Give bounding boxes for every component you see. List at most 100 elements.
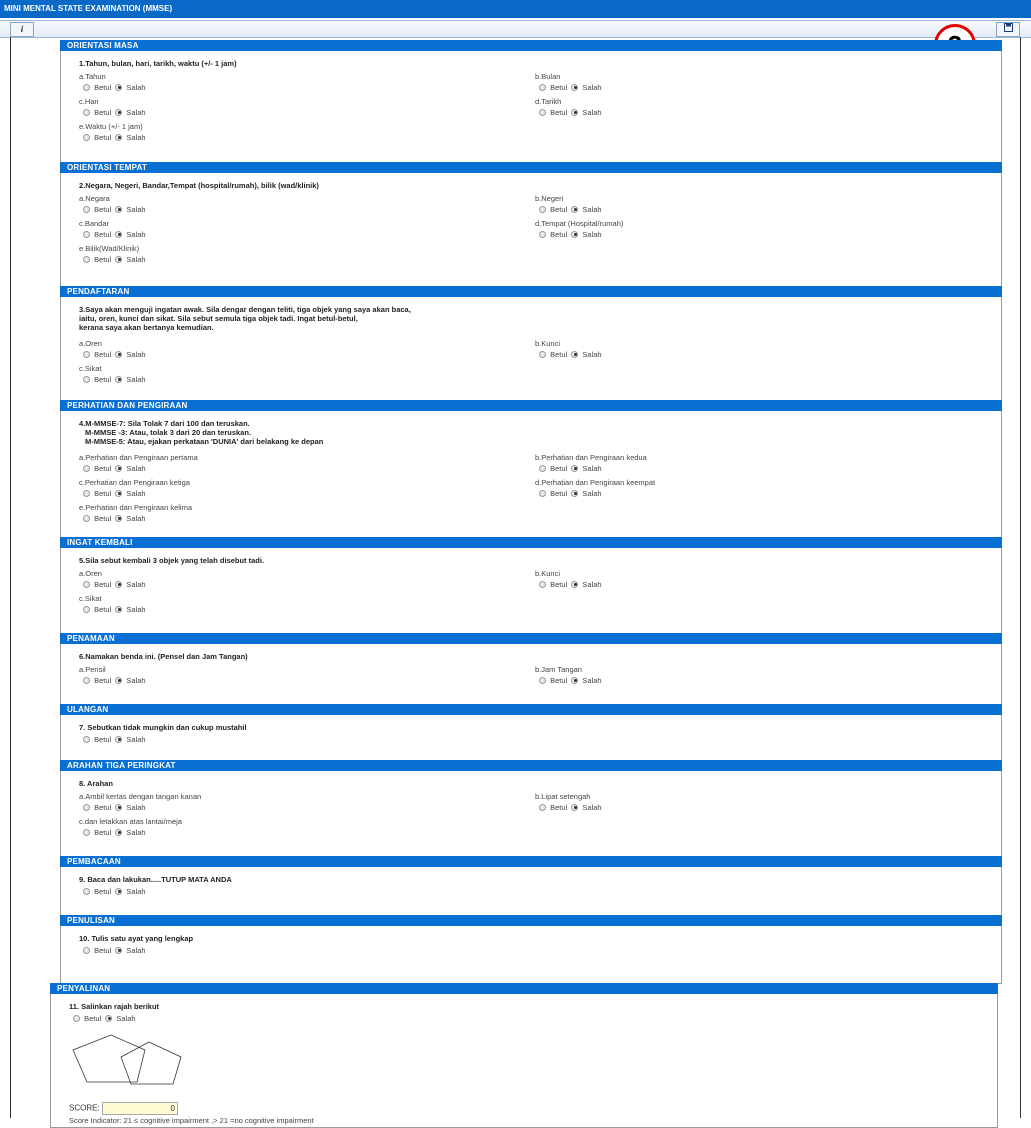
radio-salah[interactable] (571, 205, 579, 213)
radio-betul[interactable] (83, 255, 90, 263)
item-label: a.Oren (79, 569, 102, 578)
radio-betul[interactable] (83, 605, 90, 613)
item-s1-2: c.Hari Betul Salah (79, 97, 148, 117)
radio-betul[interactable] (83, 375, 90, 383)
radio-salah[interactable] (115, 514, 123, 522)
score-row: SCORE: 0 (69, 1102, 178, 1115)
radio-betul[interactable] (83, 230, 90, 238)
answer-options: Betul Salah (535, 229, 623, 239)
question-text: M-MMSE-5: Atau, ejakan perkataan 'DUNIA'… (85, 437, 324, 446)
radio-betul[interactable] (539, 108, 546, 116)
radio-betul[interactable] (83, 133, 90, 141)
item-s8-1: b.Lipat setengah Betul Salah (535, 792, 604, 812)
radio-salah[interactable] (571, 108, 579, 116)
item-label: d.Tarikh (535, 97, 562, 106)
section-s2: ORIENTASI TEMPAT 2.Negara, Negeri, Bandar… (60, 162, 1002, 292)
question-text: M-MMSE -3: Atau, tolak 3 dari 20 dan ter… (85, 428, 252, 437)
radio-salah[interactable] (105, 1014, 113, 1022)
radio-betul[interactable] (83, 108, 90, 116)
salah-label: Salah (126, 802, 146, 812)
radio-betul[interactable] (83, 735, 90, 743)
radio-betul[interactable] (539, 205, 546, 213)
radio-salah[interactable] (115, 803, 123, 811)
radio-betul[interactable] (83, 350, 90, 358)
radio-salah[interactable] (571, 350, 579, 358)
radio-betul[interactable] (83, 464, 90, 472)
salah-label: Salah (582, 229, 602, 239)
betul-label: Betul (550, 107, 568, 117)
radio-betul[interactable] (539, 676, 546, 684)
radio-salah[interactable] (571, 489, 579, 497)
betul-label: Betul (94, 513, 112, 523)
radio-salah[interactable] (115, 108, 123, 116)
radio-salah[interactable] (571, 676, 579, 684)
radio-betul[interactable] (83, 205, 90, 213)
item-s3-2: c.Sikat Betul Salah (79, 364, 148, 384)
radio-betul[interactable] (83, 887, 90, 895)
radio-betul[interactable] (73, 1014, 80, 1022)
radio-betul[interactable] (83, 489, 90, 497)
radio-betul[interactable] (83, 803, 90, 811)
radio-betul[interactable] (539, 489, 546, 497)
radio-betul[interactable] (83, 580, 90, 588)
salah-label: Salah (582, 579, 602, 589)
section-header: INGAT KEMBALI (60, 537, 1002, 548)
radio-salah[interactable] (115, 83, 123, 91)
section-header: PENYALINAN (50, 983, 998, 994)
radio-betul[interactable] (539, 83, 546, 91)
radio-salah[interactable] (571, 580, 579, 588)
salah-label: Salah (126, 945, 146, 955)
radio-salah[interactable] (115, 489, 123, 497)
betul-label: Betul (94, 254, 112, 264)
save-icon[interactable] (996, 22, 1020, 37)
radio-salah[interactable] (571, 464, 579, 472)
answer-options: Betul Salah (79, 802, 201, 812)
radio-salah[interactable] (115, 350, 123, 358)
radio-betul[interactable] (83, 676, 90, 684)
radio-betul[interactable] (83, 83, 90, 91)
score-field[interactable]: 0 (101, 1102, 178, 1115)
radio-salah[interactable] (115, 735, 123, 743)
radio-salah[interactable] (115, 676, 123, 684)
window-title: MINI MENTAL STATE EXAMINATION (MMSE) (0, 0, 1031, 18)
answer-options: Betul Salah (79, 604, 148, 614)
radio-salah[interactable] (115, 580, 123, 588)
radio-salah[interactable] (571, 230, 579, 238)
radio-salah[interactable] (115, 230, 123, 238)
question-text: 3.Saya akan menguji ingatan awak. Sila d… (79, 305, 411, 314)
radio-betul[interactable] (83, 946, 90, 954)
radio-betul[interactable] (539, 350, 546, 358)
radio-betul[interactable] (539, 803, 546, 811)
radio-salah[interactable] (115, 205, 123, 213)
radio-salah[interactable] (571, 803, 579, 811)
toolbar: i (0, 20, 1031, 38)
betul-label: Betul (94, 374, 112, 384)
item-label: d.Tempat (Hospital/rumah) (535, 219, 624, 228)
radio-salah[interactable] (115, 946, 123, 954)
radio-salah[interactable] (115, 828, 123, 836)
section-body: 10. Tulis satu ayat yang lengkap Betul S… (60, 926, 1002, 984)
item-s5-2: c.Sikat Betul Salah (79, 594, 148, 614)
radio-salah[interactable] (571, 83, 579, 91)
radio-betul[interactable] (539, 580, 546, 588)
answer-options: Betul Salah (79, 827, 182, 837)
answer-options: Betul Salah (535, 82, 604, 92)
radio-salah[interactable] (115, 255, 123, 263)
radio-salah[interactable] (115, 887, 123, 895)
radio-betul[interactable] (83, 828, 90, 836)
radio-salah[interactable] (115, 464, 123, 472)
radio-betul[interactable] (539, 230, 546, 238)
radio-salah[interactable] (115, 375, 123, 383)
question-text: 8. Arahan (79, 779, 113, 788)
item-label: c.dan letakkan atas lantai/meja (79, 817, 182, 826)
radio-salah[interactable] (115, 133, 123, 141)
item-label: c.Sikat (79, 594, 102, 603)
radio-salah[interactable] (115, 605, 123, 613)
salah-label: Salah (582, 675, 602, 685)
item-s8-2: c.dan letakkan atas lantai/meja Betul Sa… (79, 817, 182, 837)
right-border (1020, 37, 1021, 1118)
info-icon[interactable]: i (10, 22, 34, 37)
section-s10: PENULISAN 10. Tulis satu ayat yang lengka… (60, 915, 1002, 984)
radio-betul[interactable] (539, 464, 546, 472)
radio-betul[interactable] (83, 514, 90, 522)
